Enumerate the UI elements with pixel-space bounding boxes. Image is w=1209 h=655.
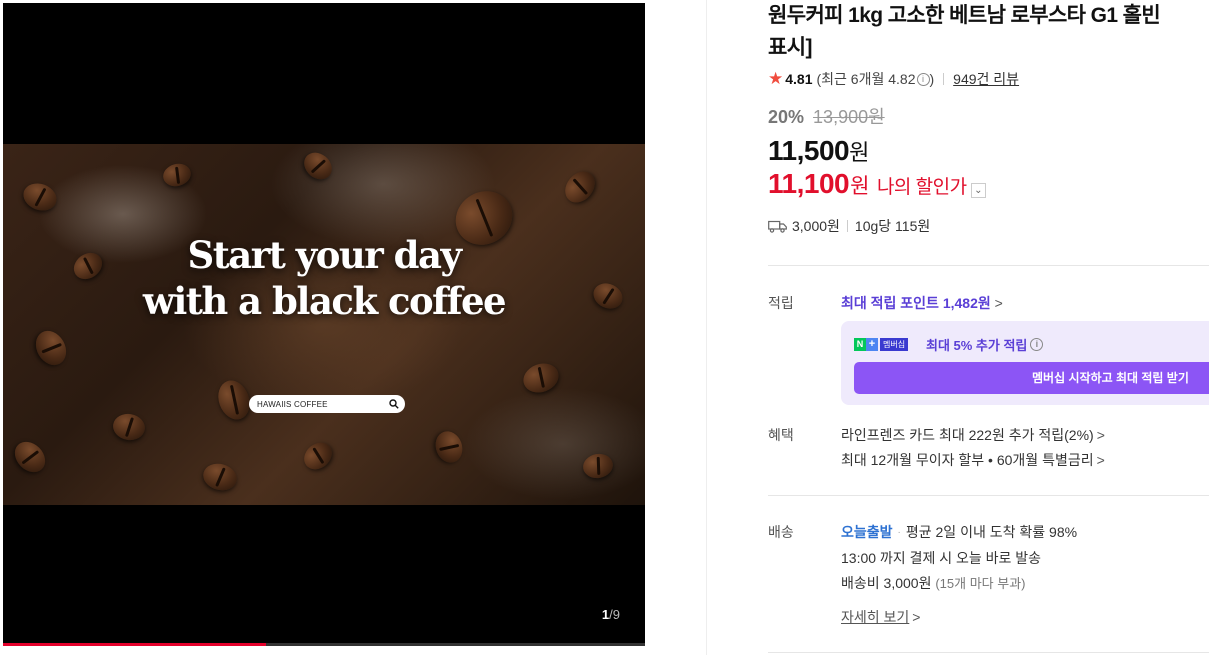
product-image-viewer[interactable]: Start your day with a black coffee HAWAI… xyxy=(3,3,645,646)
max-points-text: 최대 적립 포인트 xyxy=(841,295,939,311)
delivery-fee-row: 배송비 3,000원 (15개 마다 부과) xyxy=(841,573,1026,593)
rating-score: 4.81 xyxy=(785,71,813,87)
headline-line-1: Start your day xyxy=(187,233,462,277)
detail-link-text: 자세히 보기 xyxy=(841,609,910,625)
chevron-right-icon: > xyxy=(994,295,1003,311)
membership-badge-label: 멤버십 xyxy=(880,338,909,351)
arrival-probability: 평균 2일 이내 도착 확률 98% xyxy=(905,524,1078,540)
shipping-fee: 3,000원 xyxy=(792,218,840,234)
shipping-summary: 3,000원 10g당 115원 xyxy=(768,216,1209,236)
max-points-value: 1,482원 xyxy=(942,295,991,311)
chevron-down-icon[interactable]: ⌄ xyxy=(970,183,986,198)
search-icon xyxy=(389,399,399,409)
my-discount-price: 11,100 원 나의 할인가 ⌄ xyxy=(768,168,1209,200)
discount-row: 20% 13,900원 xyxy=(768,103,1209,129)
card-benefit-link[interactable]: 라인프렌즈 카드 최대 222원 추가 적립(2%) > xyxy=(841,425,1105,445)
naver-n-icon: N xyxy=(854,338,866,351)
sale-price-unit: 원 xyxy=(849,140,869,165)
sale-price-value: 11,500 xyxy=(768,135,850,166)
delivery-label: 배송 xyxy=(768,524,794,540)
rating-row: ★ 4.81 (최근 6개월 4.82 i ) 949건 리뷰 xyxy=(768,69,1209,89)
my-price-label: 나의 할인가 xyxy=(876,177,967,198)
rating-recent: (최근 6개월 4.82 xyxy=(816,71,916,87)
my-price-unit: 원 xyxy=(850,175,869,198)
max-points-link[interactable]: 최대 적립 포인트 1,482원 > xyxy=(841,293,1003,313)
dispatch-cutoff: 13:00 까지 결제 시 오늘 바로 발송 xyxy=(841,550,1042,566)
chevron-right-icon: > xyxy=(1096,452,1105,468)
section-divider xyxy=(768,495,1209,496)
review-count-link[interactable]: 949건 리뷰 xyxy=(953,69,1019,89)
naver-plus-badge: N + 멤버십 xyxy=(854,338,909,351)
my-price-value: 11,100 xyxy=(768,168,850,199)
chevron-right-icon: > xyxy=(1096,427,1105,443)
divider xyxy=(943,73,945,85)
product-banner-image: Start your day with a black coffee HAWAI… xyxy=(3,144,645,505)
delivery-fee-note: (15개 마다 부과) xyxy=(935,576,1026,591)
banner-headline: Start your day with a black coffee xyxy=(3,232,645,324)
product-info: 원두커피 1kg 고소한 베트남 로부스타 G1 홀빈 표시] ★ 4.81 (… xyxy=(768,0,1209,236)
installment-benefit-link[interactable]: 최대 12개월 무이자 할부 • 60개월 특별금리 > xyxy=(841,450,1105,470)
truck-icon xyxy=(768,220,787,233)
original-price: 13,900원 xyxy=(813,107,885,127)
slide-progress-bar[interactable] xyxy=(3,643,645,646)
rating-recent-close: ) xyxy=(929,71,935,87)
separator-dot: · xyxy=(897,526,901,538)
column-divider xyxy=(706,0,707,655)
banner-search-text: HAWAIIS COFFEE xyxy=(257,399,328,409)
sale-price: 11,500원 xyxy=(768,135,1209,167)
chevron-right-icon: > xyxy=(912,609,921,625)
membership-extra-points-text: 최대 5% 추가 적립 xyxy=(926,338,1028,353)
membership-extra-points: 최대 5% 추가 적립 i xyxy=(926,335,1044,354)
benefits-label: 혜택 xyxy=(768,427,794,443)
divider xyxy=(846,220,848,232)
banner-search-bar: HAWAIIS COFFEE xyxy=(249,395,405,413)
discount-percent: 20% xyxy=(768,107,805,127)
installment-benefit-text: 최대 12개월 무이자 할부 • 60개월 특별금리 xyxy=(841,452,1094,468)
card-benefit-text: 라인프렌즈 카드 최대 222원 추가 적립(2%) xyxy=(841,427,1094,443)
section-divider xyxy=(768,265,1209,266)
plus-icon: + xyxy=(866,338,878,351)
product-title-line-2: 표시] xyxy=(768,36,812,59)
points-label: 적립 xyxy=(768,295,794,311)
slide-total: /9 xyxy=(609,607,620,622)
membership-box: N + 멤버십 최대 5% 추가 적립 i 멤버십 시작하고 최대 적립 받기 xyxy=(841,321,1209,405)
headline-line-2: with a black coffee xyxy=(142,279,507,323)
slide-counter: 1/9 xyxy=(602,607,620,622)
today-dispatch-badge: 오늘출발 xyxy=(841,524,893,540)
product-title-line-1: 원두커피 1kg 고소한 베트남 로부스타 G1 홀빈 xyxy=(768,4,1161,27)
delivery-today-row: 오늘출발 · 평균 2일 이내 도착 확률 98% xyxy=(841,522,1077,542)
product-title: 원두커피 1kg 고소한 베트남 로부스타 G1 홀빈 표시] xyxy=(768,0,1209,64)
section-divider xyxy=(768,652,1209,653)
delivery-detail-link[interactable]: 자세히 보기 > xyxy=(841,607,920,627)
slide-progress-fill xyxy=(3,643,267,646)
unit-price: 10g당 115원 xyxy=(854,218,931,234)
info-icon[interactable]: i xyxy=(916,72,930,86)
info-icon[interactable]: i xyxy=(1030,338,1044,351)
delivery-fee: 배송비 3,000원 xyxy=(841,575,932,591)
start-membership-button[interactable]: 멤버십 시작하고 최대 적립 받기 xyxy=(854,362,1209,394)
star-icon: ★ xyxy=(768,69,784,88)
